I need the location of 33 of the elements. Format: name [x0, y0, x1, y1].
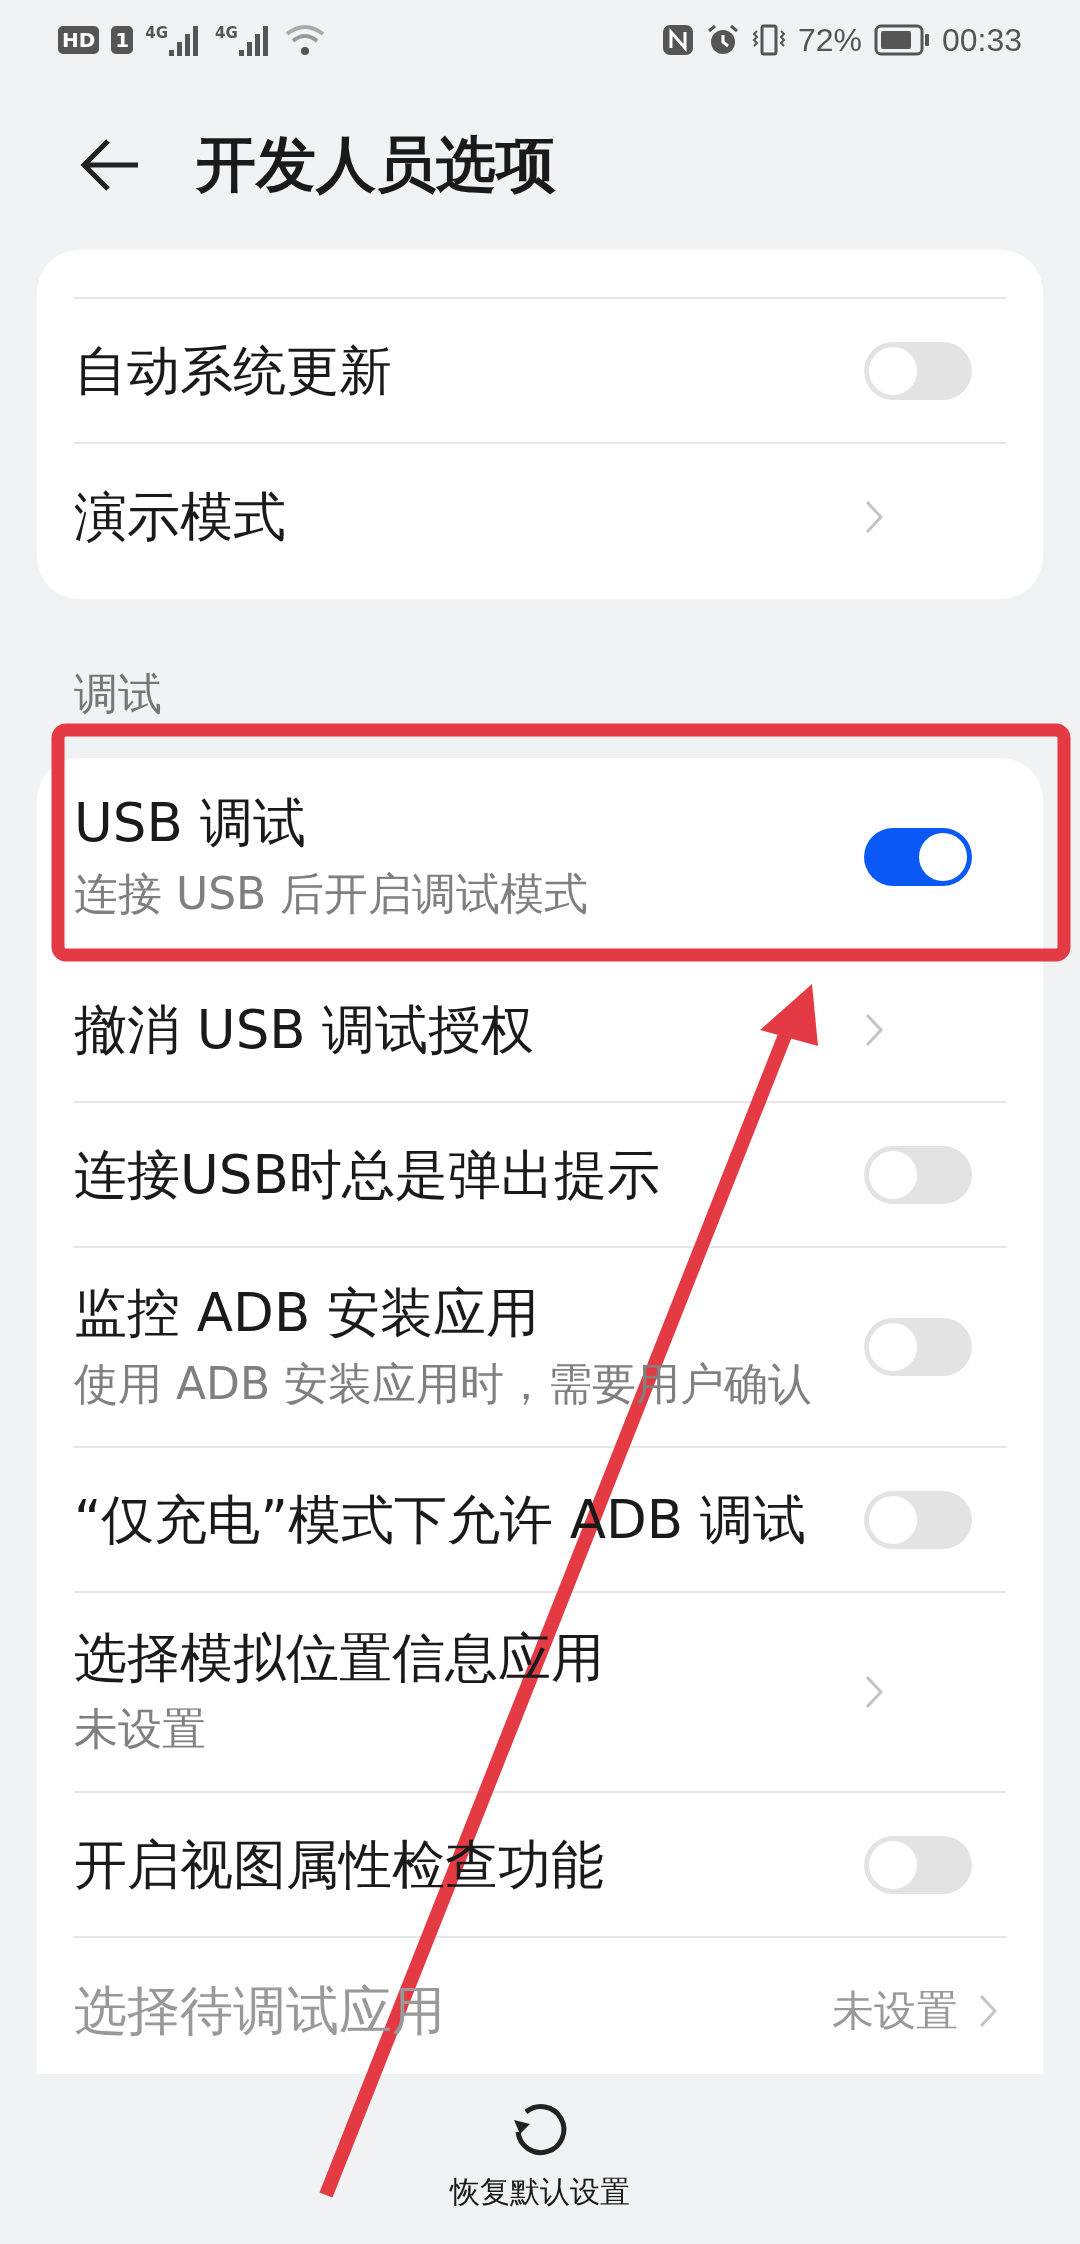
battery-percent: 72% — [797, 21, 862, 59]
chevron-icon — [864, 1011, 884, 1048]
nfc-icon — [661, 24, 694, 56]
row-title: 监控 ADB 安装应用 — [74, 1281, 541, 1345]
row-subtitle: 连接 USB 后开启调试模式 — [74, 867, 590, 921]
settings-row[interactable]: 自动系统更新 — [74, 299, 1006, 444]
settings-row[interactable]: USB 调试 连接 USB 后开启调试模式 — [74, 758, 1006, 958]
network-type: 4G — [145, 24, 168, 42]
row-title: USB 调试 — [74, 791, 307, 855]
chevron-icon — [864, 1674, 884, 1710]
toggle-switch[interactable] — [864, 828, 972, 886]
settings-row[interactable]: 演示模式 — [74, 444, 1006, 589]
row-value: 未设置 — [832, 1984, 958, 2037]
row-title: 连接USB时总是弹出提示 — [74, 1142, 661, 1207]
sim-badge: HD — [58, 26, 100, 54]
sim-badge: 1 — [111, 26, 134, 54]
vibrate-icon — [751, 23, 786, 57]
row-title: 撤消 USB 调试授权 — [74, 997, 536, 1062]
row-title: 演示模式 — [74, 484, 287, 549]
wifi-icon — [284, 24, 325, 56]
battery-icon — [873, 24, 930, 56]
row-subtitle: 未设置 — [74, 1702, 207, 1756]
row-title: 自动系统更新 — [74, 338, 393, 403]
settings-row[interactable]: 连接USB时总是弹出提示 — [74, 1103, 1006, 1248]
section-label: 调试 — [73, 667, 163, 721]
chevron-icon — [864, 498, 884, 535]
clock: 00:33 — [941, 21, 1022, 59]
chevron-icon — [978, 1992, 998, 2029]
network-type: 4G — [215, 24, 238, 42]
restore-defaults-button[interactable]: 恢复默认设置 — [450, 2098, 630, 2213]
back-icon[interactable] — [78, 137, 140, 193]
page-title: 开发人员选项 — [196, 127, 556, 201]
alarm-icon — [705, 23, 740, 57]
